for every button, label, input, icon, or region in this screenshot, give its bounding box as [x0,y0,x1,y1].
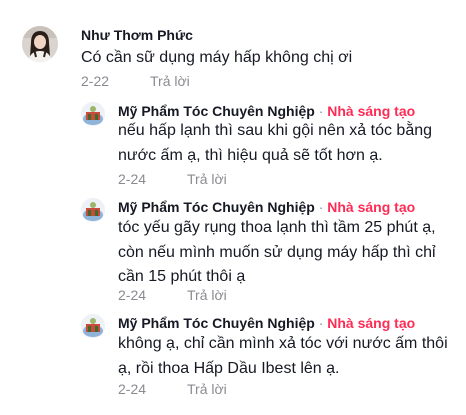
reply-text: tóc yếu gãy rụng thoa lạnh thì tầm 25 ph… [118,216,436,290]
reply-text: nếu hấp lạnh thì sau khi gội nên xả tóc … [118,119,432,168]
reply-button[interactable]: Trả lời [187,381,227,397]
reply-text-line: nước ấm ạ, thì hiệu quả sẽ tốt hơn ạ. [118,146,383,164]
reply-button[interactable]: Trả lời [187,287,227,303]
reply-username[interactable]: Mỹ Phẩm Tóc Chuyên Nghiệp · Nhà sáng tạo [118,315,415,331]
comment-text: Có cần sữ dụng máy hấp không chị ơi [81,49,353,66]
reply-text-line: không ạ, chỉ cần mình xả tóc với nước ấm… [118,335,448,352]
separator-dot: · [318,103,324,119]
creator-badge: Nhà sáng tạo [327,199,416,215]
reply-button[interactable]: Trả lời [187,171,227,187]
separator-dot: · [318,199,324,215]
reply-text-line: tóc yếu gãy rụng thoa lạnh thì tầm 25 ph… [118,219,436,236]
creator-avatar[interactable] [81,198,105,222]
comment-username[interactable]: Như Thơm Phức [81,27,193,43]
reply-username-text[interactable]: Mỹ Phẩm Tóc Chuyên Nghiệp [118,103,315,119]
reply-date: 2-24 [118,381,147,397]
reply-text-line: còn nếu mình muốn sử dụng máy hấp thì ch… [118,243,436,261]
reply-text-line: cần 15 phút thôi ạ [118,268,246,285]
user-avatar[interactable] [22,26,58,62]
reply-date: 2-24 [118,171,147,187]
separator-dot: · [318,315,324,331]
creator-avatar[interactable] [81,314,105,338]
reply-text: không ạ, chỉ cần mình xả tóc với nước ấm… [118,332,448,381]
reply-username-text[interactable]: Mỹ Phẩm Tóc Chuyên Nghiệp [118,199,315,215]
reply-username[interactable]: Mỹ Phẩm Tóc Chuyên Nghiệp · Nhà sáng tạo [118,199,415,215]
reply-button[interactable]: Trả lời [150,73,190,89]
creator-badge: Nhà sáng tạo [327,103,416,119]
creator-avatar[interactable] [81,102,105,126]
reply-username[interactable]: Mỹ Phẩm Tóc Chuyên Nghiệp · Nhà sáng tạo [118,103,415,119]
comment-thread: Như Thơm Phức Có cần sữ dụng máy hấp khô… [0,0,466,415]
reply-username-text[interactable]: Mỹ Phẩm Tóc Chuyên Nghiệp [118,315,315,331]
reply-text-line: nếu hấp lạnh thì sau khi gội nên xả tóc … [118,122,433,139]
comment-date: 2-22 [81,73,110,89]
reply-text-line: ạ, rồi thoa Hấp Dầu Ibest lên ạ. [118,359,340,377]
creator-badge: Nhà sáng tạo [327,315,416,331]
reply-date: 2-24 [118,287,147,303]
